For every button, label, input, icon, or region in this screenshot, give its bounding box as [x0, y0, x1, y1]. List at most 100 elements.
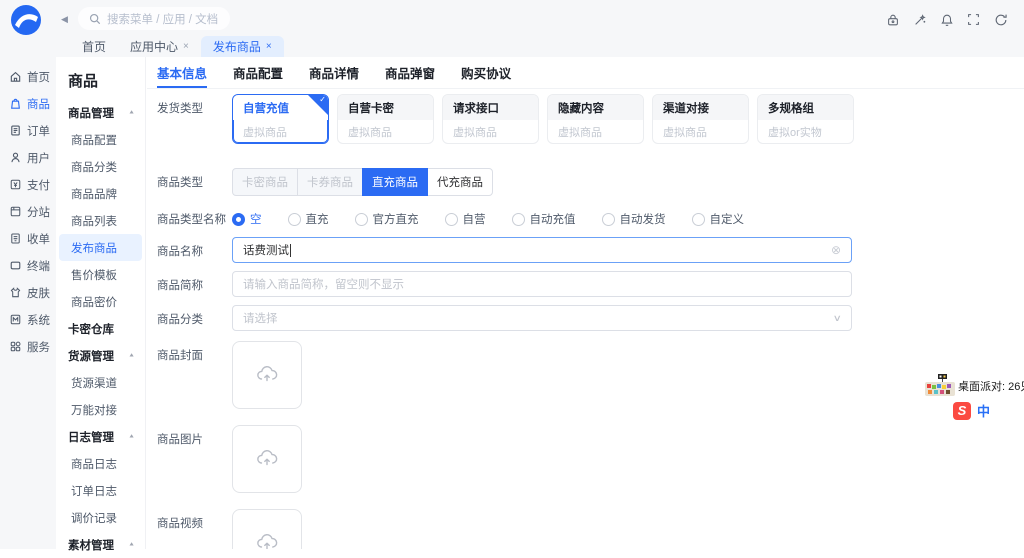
tab-product-popup[interactable]: 商品弹窗: [385, 57, 435, 88]
category-select[interactable]: 请选择 ∨: [232, 305, 852, 331]
menu-item-product-brand[interactable]: 商品品牌: [56, 180, 145, 207]
menu-group-card-warehouse[interactable]: 卡密仓库: [56, 315, 145, 342]
cover-upload-box[interactable]: [232, 341, 302, 409]
radio-label: 空: [250, 211, 262, 227]
sidebar-collapse-icon[interactable]: ◀: [61, 13, 68, 25]
delivery-card-hidden-content[interactable]: 隐藏内容 虚拟商品: [547, 94, 644, 144]
refresh-icon[interactable]: [993, 12, 1008, 27]
rail-item-payment[interactable]: 支付: [0, 171, 56, 198]
rail-item-orders[interactable]: 订单: [0, 117, 56, 144]
bell-icon[interactable]: [939, 12, 954, 27]
radio-custom[interactable]: 自定义: [692, 211, 745, 227]
rail-label: 皮肤: [27, 285, 50, 301]
product-form: 发货类型 自营充值 虚拟商品 ✓ 自营卡密 虚拟商品 请求接口 虚拟商品 隐藏: [147, 89, 1024, 549]
input-method-indicator[interactable]: S 中: [953, 401, 990, 420]
menu-item-supply-channel[interactable]: 货源渠道: [56, 369, 145, 396]
terminal-icon: [9, 259, 22, 272]
chevron-up-icon: ▲: [128, 110, 135, 116]
menu-item-order-log[interactable]: 订单日志: [56, 477, 145, 504]
menu-item-price-template[interactable]: 售价模板: [56, 261, 145, 288]
delivery-card-multi-spec[interactable]: 多规格组 虚拟or实物: [757, 94, 854, 144]
video-upload-box[interactable]: [232, 509, 302, 549]
field-label-product-type: 商品类型: [157, 168, 232, 196]
card-title: 渠道对接: [653, 95, 748, 120]
radio-label: 自动发货: [620, 211, 666, 227]
field-label-category: 商品分类: [157, 305, 232, 331]
menu-item-label: 万能对接: [71, 402, 117, 418]
rail-label: 商品: [27, 96, 50, 112]
tab-home[interactable]: 首页: [70, 36, 118, 57]
rail-item-users[interactable]: 用户: [0, 144, 56, 171]
rail-label: 订单: [27, 123, 50, 139]
menu-group-log-management[interactable]: 日志管理 ▲: [56, 423, 145, 450]
menu-group-label: 素材管理: [68, 537, 114, 553]
close-icon[interactable]: ×: [266, 42, 272, 52]
menu-item-label: 商品品牌: [71, 186, 117, 202]
rail-item-substation[interactable]: 分站: [0, 198, 56, 225]
menu-item-price-adjust-log[interactable]: 调价记录: [56, 504, 145, 531]
menu-item-label: 调价记录: [71, 510, 117, 526]
magic-wand-icon[interactable]: [912, 12, 927, 27]
short-name-input[interactable]: 请输入商品简称，留空则不显示: [232, 271, 852, 297]
tab-purchase-agreement[interactable]: 购买协议: [461, 57, 511, 88]
segment-voucher-product[interactable]: 卡券商品: [297, 168, 363, 196]
global-search-input[interactable]: 搜索菜单 / 应用 / 文档: [78, 7, 230, 30]
menu-item-universal-docking[interactable]: 万能对接: [56, 396, 145, 423]
menu-item-label: 商品列表: [71, 213, 117, 229]
menu-group-supply-management[interactable]: 货源管理 ▲: [56, 342, 145, 369]
menu-item-publish-product[interactable]: 发布商品: [59, 234, 142, 261]
menu-item-product-secret-price[interactable]: 商品密价: [56, 288, 145, 315]
field-label-video: 商品视频: [157, 509, 232, 549]
product-name-input[interactable]: 话费测试 ⊗: [232, 237, 852, 263]
rail-item-receipts[interactable]: 收单: [0, 225, 56, 252]
rail-item-terminal[interactable]: 终端: [0, 252, 56, 279]
radio-auto-delivery[interactable]: 自动发货: [602, 211, 666, 227]
rail-label: 首页: [27, 69, 50, 85]
delivery-card-channel-docking[interactable]: 渠道对接 虚拟商品: [652, 94, 749, 144]
rail-label: 收单: [27, 231, 50, 247]
tab-label: 首页: [82, 38, 106, 55]
radio-empty[interactable]: 空: [232, 211, 262, 227]
delivery-card-self-cardkey[interactable]: 自营卡密 虚拟商品: [337, 94, 434, 144]
tab-publish-product[interactable]: 发布商品 ×: [201, 36, 284, 57]
segment-cardkey-product[interactable]: 卡密商品: [232, 168, 298, 196]
radio-direct-recharge[interactable]: 直充: [288, 211, 329, 227]
menu-group-product-management[interactable]: 商品管理 ▲: [56, 99, 145, 126]
field-label-short-name: 商品简称: [157, 271, 232, 297]
rail-item-products[interactable]: 商品: [0, 90, 56, 117]
menu-item-product-list[interactable]: 商品列表: [56, 207, 145, 234]
radio-auto-recharge[interactable]: 自动充值: [512, 211, 576, 227]
menu-item-product-config[interactable]: 商品配置: [56, 126, 145, 153]
images-upload-box[interactable]: [232, 425, 302, 493]
lock-icon[interactable]: [885, 12, 900, 27]
fullscreen-icon[interactable]: [966, 12, 981, 27]
ime-mode-chinese: 中: [977, 401, 990, 420]
segment-direct-recharge-product[interactable]: 直充商品: [362, 168, 428, 196]
menu-group-material-management[interactable]: 素材管理 ▲: [56, 531, 145, 558]
radio-official-direct[interactable]: 官方直充: [355, 211, 419, 227]
radio-self-operated[interactable]: 自营: [445, 211, 486, 227]
rail-item-services[interactable]: 服务: [0, 333, 56, 360]
delivery-card-self-recharge[interactable]: 自营充值 虚拟商品 ✓: [232, 94, 329, 144]
menu-group-label: 卡密仓库: [68, 321, 114, 337]
segment-proxy-recharge-product[interactable]: 代充商品: [427, 168, 493, 196]
menu-item-product-log[interactable]: 商品日志: [56, 450, 145, 477]
desktop-party-widget[interactable]: 桌面派对: 26只: [925, 374, 1024, 396]
clear-input-icon[interactable]: ⊗: [831, 244, 841, 256]
rail-item-system[interactable]: 系统: [0, 306, 56, 333]
tab-basic-info[interactable]: 基本信息: [157, 57, 207, 88]
rail-item-home[interactable]: 首页: [0, 63, 56, 90]
tab-product-config[interactable]: 商品配置: [233, 57, 283, 88]
card-title: 自营卡密: [338, 95, 433, 120]
delivery-card-request-api[interactable]: 请求接口 虚拟商品: [442, 94, 539, 144]
tab-label: 应用中心: [130, 38, 178, 55]
search-placeholder: 搜索菜单 / 应用 / 文档: [107, 11, 218, 27]
field-label-type-name: 商品类型名称: [157, 208, 232, 227]
tab-app-center[interactable]: 应用中心 ×: [118, 36, 201, 57]
rail-item-skin[interactable]: 皮肤: [0, 279, 56, 306]
card-subtitle: 虚拟商品: [443, 120, 538, 144]
tab-product-details[interactable]: 商品详情: [309, 57, 359, 88]
menu-item-product-category[interactable]: 商品分类: [56, 153, 145, 180]
rail-label: 分站: [27, 204, 50, 220]
close-icon[interactable]: ×: [183, 42, 189, 52]
